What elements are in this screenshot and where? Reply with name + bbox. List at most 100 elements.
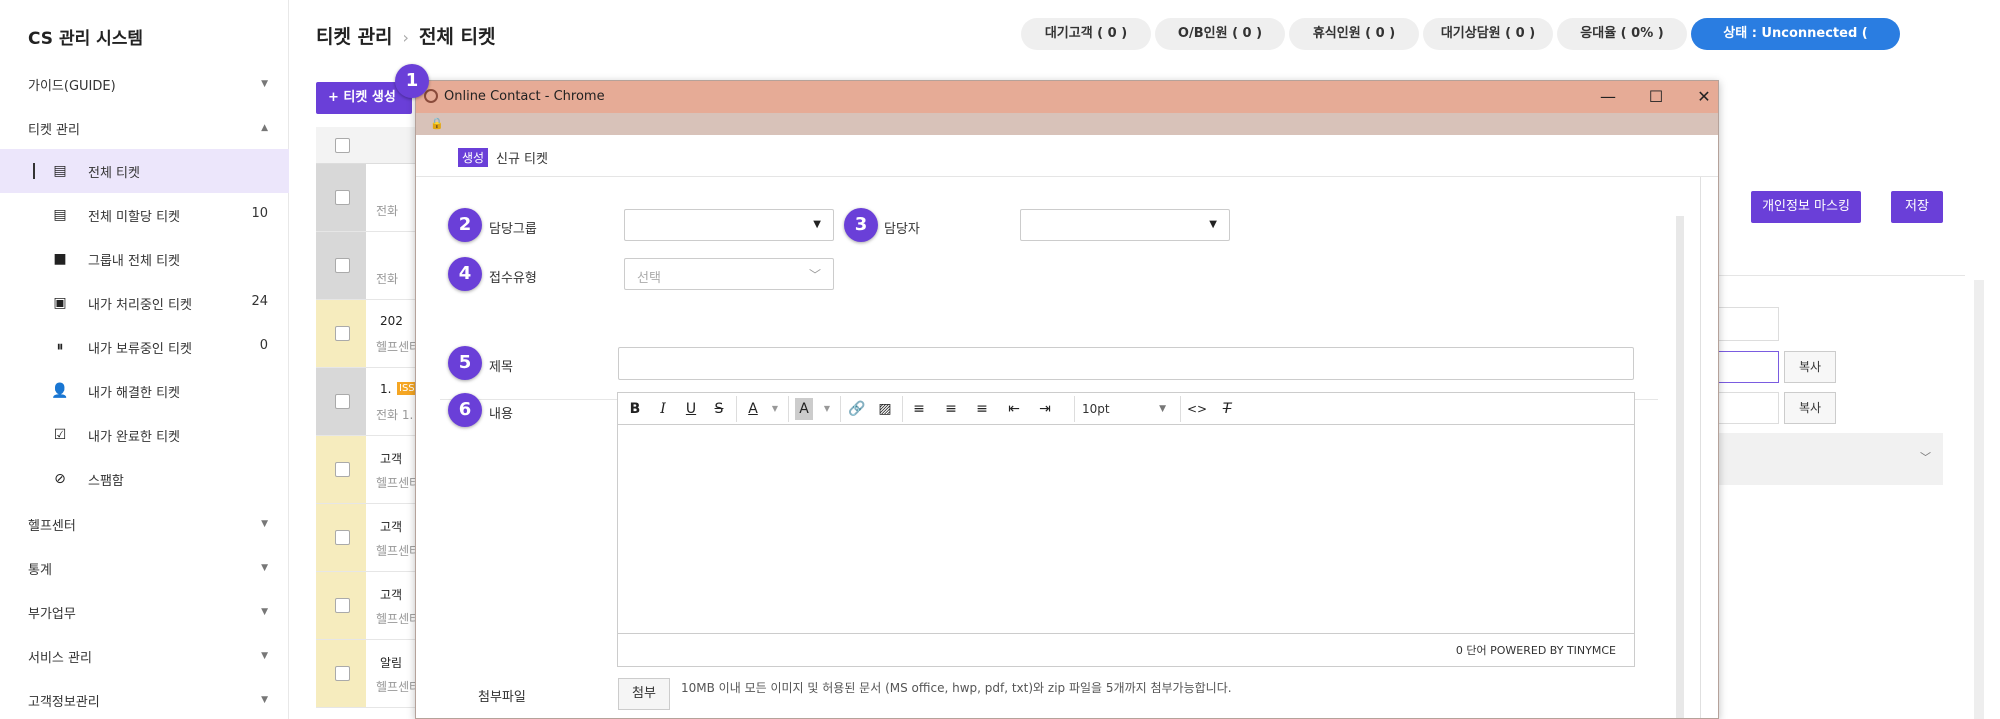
copy-button[interactable]: 복사 (1784, 351, 1836, 383)
table-row[interactable]: 202 헬프센터 (316, 300, 420, 368)
table-row[interactable]: 전화 (316, 164, 416, 232)
row-status-band (316, 300, 366, 367)
menu-service-management[interactable]: 서비스 관리 ▼ (28, 647, 268, 671)
outdent-icon[interactable]: ⇤ (1001, 398, 1027, 420)
app-brand: CS 관리 시스템 (28, 29, 144, 49)
menu-extra-work[interactable]: 부가업무 ▼ (28, 603, 268, 627)
font-size-select[interactable]: 10pt ▼ (1082, 398, 1172, 420)
sidebar-item-my-completed[interactable]: ☑ 내가 완료한 티켓 (0, 413, 289, 457)
row-checkbox[interactable] (335, 598, 350, 613)
close-icon[interactable]: ✕ (1684, 83, 1718, 111)
font-size-value: 10pt (1082, 402, 1110, 416)
strikethrough-icon[interactable]: S (706, 398, 732, 420)
row-channel: 헬프센터 (376, 680, 421, 694)
menu-customer-info[interactable]: 고객정보관리 ▼ (28, 691, 268, 715)
group-select[interactable]: ▼ (624, 209, 834, 241)
row-checkbox[interactable] (335, 258, 350, 273)
italic-icon[interactable]: I (650, 398, 676, 420)
copy-button[interactable]: 복사 (1784, 392, 1836, 424)
menu-helpcenter[interactable]: 헬프센터 ▼ (28, 515, 268, 539)
code-icon[interactable]: <> (1184, 398, 1210, 420)
panel-input[interactable] (1715, 351, 1779, 383)
minimize-icon[interactable]: — (1588, 83, 1628, 111)
scrollbar[interactable] (1676, 216, 1684, 718)
table-row[interactable]: 알림헬프센터 (316, 640, 420, 708)
image-icon[interactable]: ▨ (872, 398, 898, 420)
checkbox-icon: ☑ (53, 427, 67, 443)
panel-input[interactable] (1715, 392, 1779, 424)
caret-down-icon: ▼ (261, 79, 268, 89)
row-channel: 헬프센터 (376, 476, 421, 490)
indent-icon[interactable]: ⇥ (1032, 398, 1058, 420)
menu-ticket-management[interactable]: 티켓 관리 ▲ (28, 119, 268, 143)
pill-waiting-agents: 대기상담원 ( 0 ) (1423, 18, 1553, 50)
window-titlebar[interactable]: Online Contact - Chrome — ☐ ✕ (416, 81, 1718, 113)
save-button[interactable]: 저장 (1891, 191, 1943, 223)
sidebar-item-unassigned[interactable]: ▤ 전체 미할당 티켓 10 (0, 193, 289, 237)
sidebar-item-spam[interactable]: ⊘ 스팸함 (0, 457, 289, 501)
type-select[interactable]: 선택 ﹀ (624, 258, 834, 290)
toolbar-separator (1180, 396, 1181, 422)
scrollbar[interactable] (1974, 280, 1984, 719)
chevron-down-icon: ﹀ (1920, 451, 1931, 464)
row-checkbox[interactable] (335, 326, 350, 341)
maximize-icon[interactable]: ☐ (1636, 83, 1676, 111)
rich-text-editor[interactable]: B I U S A ▼ A ▼ 🔗 ▨ ≡ ≡ ≡ ⇤ ⇥ 10pt ▼ <> … (617, 392, 1635, 667)
status-badge[interactable]: 상태 : Unconnected ( 00:00:00 ) (1691, 18, 1900, 73)
type-label: 접수유형 (489, 271, 537, 286)
sidebar-item-group-tickets[interactable]: ■ 그룹내 전체 티켓 (0, 237, 289, 281)
table-row[interactable]: 1. ISS 전화 1. (316, 368, 417, 436)
breadcrumb-separator: › (402, 28, 409, 47)
ticket-list: 전화 전화 202 헬프센터 1. ISS 전화 1. 고객 헬프센터 고객 헬프센터 고객 헬프센터 알… (316, 127, 420, 719)
menu-stats[interactable]: 통계 ▼ (28, 559, 268, 583)
select-all-checkbox[interactable] (335, 138, 350, 153)
row-checkbox[interactable] (335, 190, 350, 205)
align-right-icon[interactable]: ≡ (969, 398, 995, 420)
breadcrumb-parent[interactable]: 티켓 관리 (316, 26, 393, 48)
editor-body[interactable] (618, 425, 1634, 633)
sidebar-item-all-tickets[interactable]: ▤ 전체 티켓 (0, 149, 289, 193)
row-title[interactable]: 202 (380, 314, 403, 328)
sidebar-item-my-processing[interactable]: ▣ 내가 처리중인 티켓 24 (0, 281, 289, 325)
caret-down-icon[interactable]: ▼ (762, 398, 788, 420)
align-left-icon[interactable]: ≡ (906, 398, 932, 420)
sidebar-item-my-pending[interactable]: ⏸ 내가 보류중인 티켓 0 (0, 325, 289, 369)
table-row[interactable]: 전화 (316, 232, 416, 300)
row-checkbox[interactable] (335, 666, 350, 681)
row-title[interactable]: 1. (380, 382, 391, 396)
table-row[interactable]: 고객 헬프센터 (316, 572, 420, 640)
sidebar-item-label: 내가 처리중인 티켓 (88, 298, 192, 313)
agent-select[interactable]: ▼ (1020, 209, 1230, 241)
row-title[interactable]: 알림 (380, 654, 402, 671)
bold-icon[interactable]: B (622, 398, 648, 420)
row-title[interactable]: 고객 (380, 450, 402, 467)
table-row[interactable]: 고객 헬프센터 (316, 504, 420, 572)
underline-icon[interactable]: U (678, 398, 704, 420)
row-checkbox[interactable] (335, 394, 350, 409)
lock-icon: 🔒 (430, 117, 444, 130)
accordion[interactable]: ﹀ (1715, 433, 1943, 485)
caret-down-icon[interactable]: ▼ (814, 398, 840, 420)
sidebar-item-label: 전체 미할당 티켓 (88, 210, 180, 225)
breadcrumb-current: 전체 티켓 (418, 26, 496, 48)
privacy-masking-button[interactable]: 개인정보 마스킹 (1751, 191, 1861, 223)
align-center-icon[interactable]: ≡ (938, 398, 964, 420)
attach-button[interactable]: 첨부 (618, 678, 670, 710)
row-title[interactable]: 고객 (380, 518, 402, 535)
sidebar-item-label: 전체 티켓 (88, 166, 140, 181)
row-checkbox[interactable] (335, 462, 350, 477)
row-title[interactable]: 고객 (380, 586, 402, 603)
step-badge: 2 (448, 208, 482, 242)
subject-input[interactable] (618, 347, 1634, 380)
row-checkbox[interactable] (335, 530, 350, 545)
clear-format-icon[interactable]: T (1214, 398, 1240, 420)
menu-label: 헬프센터 (28, 519, 76, 534)
subject-label: 제목 (489, 360, 513, 375)
row-status-band (316, 368, 366, 435)
link-icon[interactable]: 🔗 (844, 398, 870, 420)
sidebar-item-my-resolved[interactable]: 👤 내가 해결한 티켓 (0, 369, 289, 413)
highlight-color-icon[interactable]: A (795, 398, 813, 420)
panel-select[interactable] (1715, 307, 1779, 341)
menu-guide[interactable]: 가이드(GUIDE) ▼ (28, 75, 268, 99)
table-row[interactable]: 고객헬프센터 (316, 436, 420, 504)
